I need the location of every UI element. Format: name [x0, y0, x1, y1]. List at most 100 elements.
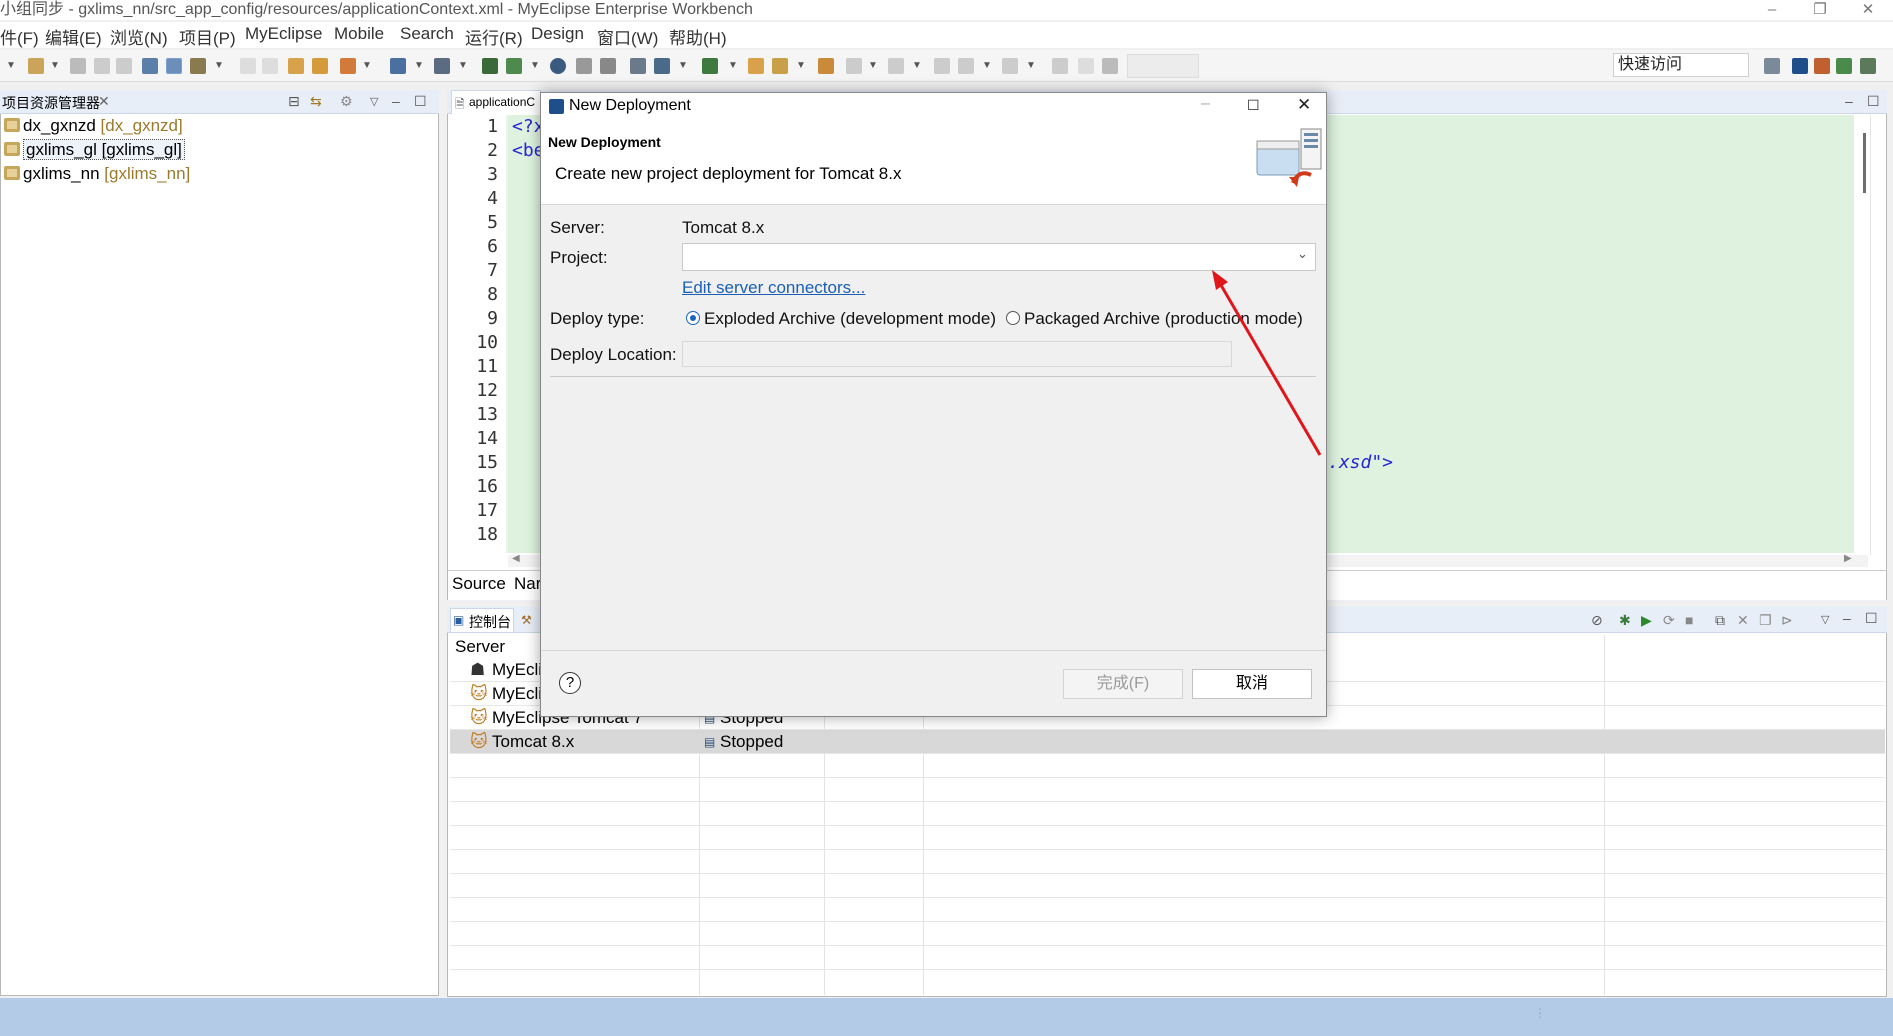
minimize-icon[interactable]: – [1752, 0, 1792, 20]
close-tab-icon[interactable]: ✕ [98, 93, 110, 110]
close-window-icon[interactable]: ✕ [1848, 0, 1888, 20]
collapse-all-icon[interactable]: ⊟ [288, 93, 300, 110]
new-icon[interactable] [28, 58, 44, 74]
menu-mobile[interactable]: Mobile [334, 24, 384, 44]
chevron-down-icon[interactable]: ▼ [362, 60, 372, 71]
globe-icon[interactable] [550, 58, 566, 74]
profile-server-icon[interactable]: ⟳ [1663, 612, 1675, 629]
radio-selected-icon[interactable] [686, 311, 700, 325]
chevron-down-icon[interactable]: ▼ [414, 60, 424, 71]
perspective-debug-icon[interactable] [1836, 58, 1852, 74]
add-icon[interactable] [506, 58, 522, 74]
console-tab-label[interactable]: 控制台 [469, 612, 511, 632]
perspective-java-icon[interactable] [1814, 58, 1830, 74]
chevron-down-icon[interactable]: ▼ [728, 60, 738, 71]
chevron-down-icon[interactable]: ▼ [678, 60, 688, 71]
redo-icon[interactable] [262, 58, 278, 74]
chevron-down-icon[interactable]: ⌄ [1297, 246, 1308, 262]
menu-navigate[interactable]: 浏览(N) [110, 24, 168, 49]
finish-button[interactable]: 完成(F) [1063, 669, 1183, 699]
maximize-editor-icon[interactable]: ☐ [1867, 93, 1880, 110]
perspective-server-icon[interactable] [1860, 58, 1876, 74]
chevron-down-icon[interactable]: ▼ [530, 60, 540, 71]
chevron-down-icon[interactable]: ▼ [796, 60, 806, 71]
menu-search[interactable]: Search [400, 24, 454, 44]
view-menu-icon[interactable]: ▽ [1821, 613, 1829, 626]
menu-project[interactable]: 项目(P) [179, 24, 236, 49]
edit-server-connectors-link[interactable]: Edit server connectors... [682, 278, 865, 298]
run-server-icon[interactable] [482, 58, 498, 74]
perspective-myeclipse-icon[interactable] [1792, 58, 1808, 74]
radio-unselected-icon[interactable] [1006, 311, 1020, 325]
dialog-close-icon[interactable]: ✕ [1297, 95, 1311, 115]
wrench-icon[interactable] [190, 58, 206, 74]
save-all-icon[interactable] [94, 58, 110, 74]
jar-icon[interactable] [288, 58, 304, 74]
menu-run[interactable]: 运行(R) [465, 24, 523, 49]
scroll-right-icon[interactable]: ▶ [1844, 553, 1852, 564]
chevron-down-icon[interactable]: ▼ [214, 60, 224, 71]
back-icon[interactable] [958, 58, 974, 74]
cancel-button[interactable]: 取消 [1192, 669, 1312, 699]
maximize-view-icon[interactable]: ☐ [414, 93, 427, 110]
server-icon[interactable] [340, 58, 356, 74]
print-icon[interactable] [116, 58, 132, 74]
toggle-icon[interactable] [166, 58, 182, 74]
deploy-location-field[interactable] [682, 341, 1232, 367]
project-select[interactable]: ⌄ [682, 243, 1316, 271]
menu-edit[interactable]: 编辑(E) [45, 24, 102, 49]
save-icon[interactable] [70, 58, 86, 74]
editor-vertical-scrollbar[interactable] [1870, 115, 1886, 555]
project-explorer-title[interactable]: 项目资源管理器 [2, 93, 100, 113]
chevron-down-icon[interactable]: ▼ [6, 60, 16, 71]
help-icon[interactable]: ? [559, 672, 581, 694]
chevron-down-icon[interactable]: ▼ [912, 60, 922, 71]
chevron-down-icon[interactable]: ▼ [1026, 60, 1036, 71]
refresh-icon[interactable] [576, 58, 592, 74]
open-perspective-icon[interactable] [1764, 58, 1780, 74]
last-edit-icon[interactable] [934, 58, 950, 74]
editor-scroll-thumb[interactable] [1863, 133, 1866, 193]
menu-help[interactable]: 帮助(H) [669, 24, 727, 49]
tab-namespaces[interactable]: Nar [514, 574, 541, 594]
publish-icon[interactable]: ⧉ [1715, 612, 1725, 629]
chevron-down-icon[interactable]: ▼ [982, 60, 992, 71]
pen-icon[interactable] [1078, 58, 1094, 74]
menu-design[interactable]: Design [531, 24, 584, 44]
export-icon[interactable] [630, 58, 646, 74]
copy-icon[interactable]: ❐ [1759, 612, 1772, 629]
package-icon[interactable] [312, 58, 328, 74]
prev-annotation-icon[interactable] [888, 58, 904, 74]
run-icon[interactable] [702, 58, 718, 74]
chevron-down-icon[interactable]: ▼ [50, 60, 60, 71]
tree-item-dx-gxnzd[interactable]: dx_gxnzd [dx_gxnzd] [4, 115, 183, 137]
undo-icon[interactable] [240, 58, 256, 74]
server-row-selected[interactable]: 🐱 Tomcat 8.x ▤ Stopped [450, 730, 1885, 754]
debug-icon[interactable] [434, 58, 450, 74]
deploy-icon[interactable] [390, 58, 406, 74]
dialog-maximize-icon[interactable]: ☐ [1247, 97, 1260, 114]
restore-icon[interactable]: ❐ [1800, 0, 1840, 20]
view-menu-icon[interactable]: ▽ [370, 95, 378, 108]
menu-file[interactable]: 件(F) [0, 24, 39, 49]
menu-window[interactable]: 窗口(W) [597, 24, 658, 49]
open-task-icon[interactable] [818, 58, 834, 74]
pin-icon[interactable] [1052, 58, 1068, 74]
tree-item-gxlims-gl[interactable]: gxlims_gl [gxlims_gl] [4, 139, 185, 161]
deploy-type-exploded-radio[interactable]: Exploded Archive (development mode) [686, 309, 996, 329]
settings-icon[interactable] [600, 58, 616, 74]
chevron-down-icon[interactable]: ▼ [458, 60, 468, 71]
chevron-down-icon[interactable]: ▼ [868, 60, 878, 71]
stop-server-icon[interactable]: ■ [1685, 612, 1693, 628]
menu-myeclipse[interactable]: MyEclipse [245, 24, 322, 44]
editor-tab-label[interactable]: applicationC [469, 95, 535, 109]
dialog-minimize-icon[interactable]: – [1201, 95, 1210, 113]
open-icon[interactable]: ⊳ [1781, 612, 1793, 629]
debug-server-icon[interactable]: ✱ [1619, 612, 1631, 629]
servers-tab-icon[interactable]: ⚒ [521, 613, 532, 627]
start-server-icon[interactable]: ▶ [1641, 612, 1652, 629]
folder-icon[interactable] [748, 58, 764, 74]
search-icon[interactable] [772, 58, 788, 74]
minimize-view-icon[interactable]: – [1843, 610, 1851, 626]
forward-icon[interactable] [1002, 58, 1018, 74]
